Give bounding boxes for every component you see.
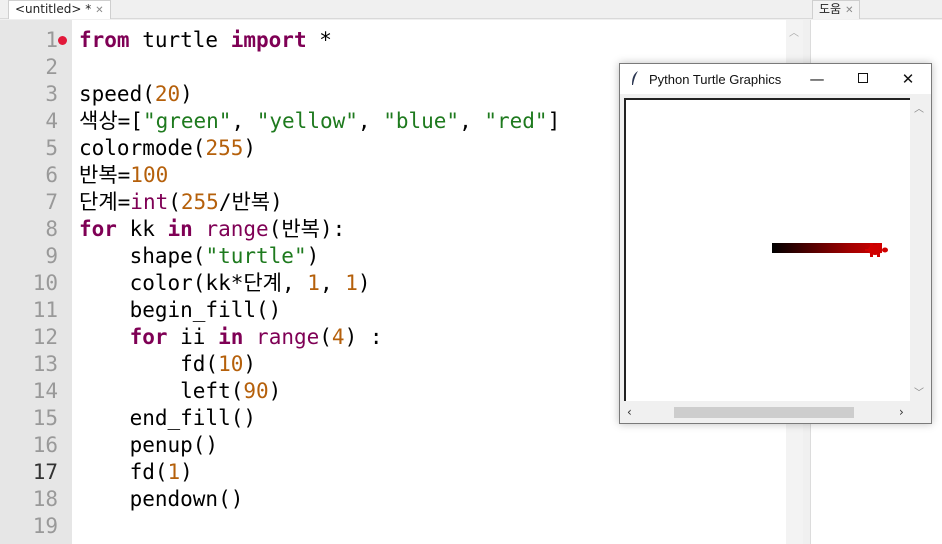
line-number: 2: [45, 55, 58, 79]
scroll-down-icon[interactable]: ﹀: [914, 384, 924, 399]
horizontal-scroll-thumb[interactable]: [674, 407, 854, 418]
code-text: fd(10): [79, 352, 257, 376]
code-text: color(kk*단계, 1, 1): [79, 271, 371, 295]
line-number: 1: [45, 28, 58, 52]
turtle-icon: [865, 243, 888, 257]
close-icon[interactable]: ✕: [95, 5, 103, 16]
line-number: 12: [32, 325, 58, 349]
line-number: 19: [32, 514, 58, 538]
tab-help[interactable]: 도움 ✕: [812, 0, 861, 19]
feather-icon: [630, 70, 640, 90]
line-number: 16: [32, 433, 58, 457]
line-number: 13: [32, 352, 58, 376]
canvas-vertical-scrollbar[interactable]: ︿ ﹀: [910, 98, 927, 401]
turtle-window-title: Python Turtle Graphics: [649, 72, 782, 87]
code-text: shape("turtle"): [79, 244, 320, 268]
maximize-button[interactable]: [840, 64, 886, 94]
code-text: colormode(255): [79, 136, 257, 160]
minimize-icon: —: [809, 70, 825, 88]
breakpoint-icon[interactable]: [58, 36, 67, 45]
line-number: 7: [45, 190, 58, 214]
close-icon[interactable]: ✕: [845, 5, 853, 16]
code-line[interactable]: 18 pendown(): [0, 486, 786, 513]
line-number: 8: [45, 217, 58, 241]
code-text: left(90): [79, 379, 282, 403]
code-text: 단계=int(255/반복): [79, 190, 283, 214]
line-number: 3: [45, 82, 58, 106]
tab-help-label: 도움: [819, 2, 842, 16]
maximize-icon: [858, 73, 868, 83]
code-text: 색상=["green", "yellow", "blue", "red"]: [79, 109, 561, 133]
canvas-horizontal-scrollbar[interactable]: ‹ ›: [624, 404, 910, 421]
scroll-right-icon[interactable]: ›: [899, 405, 904, 419]
tab-untitled-label: <untitled> *: [15, 2, 92, 16]
scroll-left-icon[interactable]: ‹: [627, 405, 632, 419]
code-text: for ii in range(4) :: [129, 325, 383, 349]
tab-untitled[interactable]: <untitled> * ✕: [8, 0, 111, 19]
code-text: fd(1): [79, 460, 193, 484]
code-text: begin_fill(): [79, 298, 282, 322]
turtle-window-titlebar[interactable]: Python Turtle Graphics — ✕: [620, 64, 931, 94]
code-line[interactable]: 16 penup(): [0, 432, 786, 459]
close-button[interactable]: ✕: [885, 64, 931, 94]
code-text: 반복=100: [79, 163, 169, 187]
minimize-button[interactable]: —: [794, 64, 840, 94]
code-line[interactable]: 19: [0, 513, 786, 540]
line-number: 15: [32, 406, 58, 430]
scroll-up-icon[interactable]: ︿: [789, 24, 799, 39]
line-number: 10: [32, 271, 58, 295]
turtle-graphics-window[interactable]: Python Turtle Graphics — ✕ ︿ ﹀ ‹ ›: [619, 63, 932, 424]
code-line[interactable]: 1 from turtle import *: [0, 27, 786, 54]
code-line[interactable]: 17 fd(1): [0, 459, 786, 486]
editor-tab-bar: <untitled> * ✕ 도움 ✕: [0, 0, 942, 19]
line-number: 5: [45, 136, 58, 160]
line-number: 6: [45, 163, 58, 187]
code-text: penup(): [79, 433, 219, 457]
line-number: 14: [32, 379, 58, 403]
line-number: 4: [45, 109, 58, 133]
code-text: for kk in range(반복):: [79, 217, 346, 241]
line-number: 18: [32, 487, 58, 511]
line-number: 17: [32, 460, 58, 484]
code-text: from turtle import *: [79, 28, 332, 52]
line-number: 11: [32, 298, 58, 322]
scroll-up-icon[interactable]: ︿: [914, 100, 924, 115]
line-number: 9: [45, 244, 58, 268]
code-text: speed(20): [79, 82, 193, 106]
turtle-canvas[interactable]: [624, 98, 910, 401]
close-icon: ✕: [901, 70, 915, 88]
code-text: pendown(): [79, 487, 244, 511]
code-text: end_fill(): [79, 406, 257, 430]
